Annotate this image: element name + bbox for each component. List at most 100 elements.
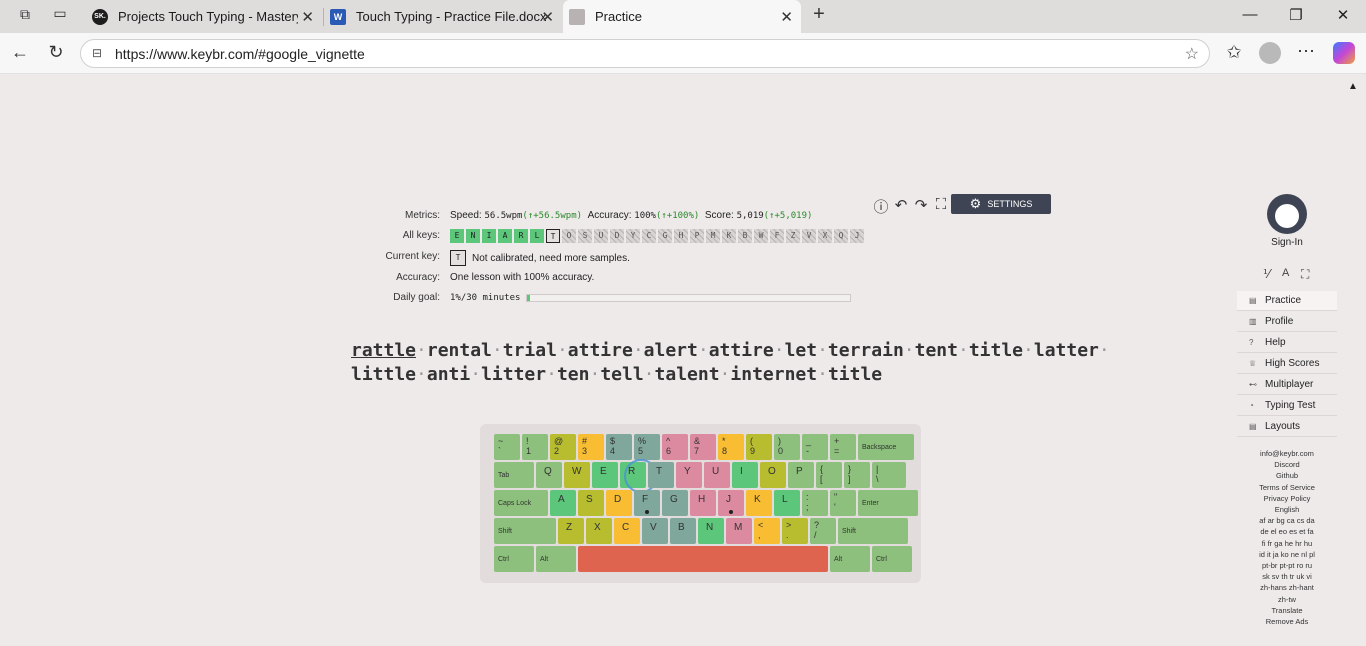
key-1-13: | \ bbox=[872, 462, 906, 488]
key-label: Y bbox=[684, 466, 691, 477]
key-0-13: Backspace bbox=[858, 434, 914, 460]
key-char: 0 bbox=[778, 446, 784, 456]
key-0-4: $4 bbox=[606, 434, 632, 460]
space-dot: · bbox=[697, 340, 709, 361]
minimize-icon[interactable]: — bbox=[1240, 6, 1260, 23]
key-3-9: >. bbox=[782, 518, 808, 544]
maximize-icon[interactable]: ❐ bbox=[1286, 6, 1306, 24]
key-badge-j: J bbox=[850, 229, 864, 243]
speed-toggle-icon[interactable]: ⅟ bbox=[1263, 267, 1270, 281]
sidebar-item-label: Help bbox=[1265, 337, 1286, 348]
close-icon[interactable]: ✕ bbox=[780, 8, 793, 26]
footer-link[interactable]: sk sv th tr uk vi bbox=[1237, 571, 1337, 582]
footer-link[interactable]: Discord bbox=[1237, 459, 1337, 470]
close-icon[interactable]: ✕ bbox=[301, 8, 314, 26]
sidebar-item-label: Practice bbox=[1265, 295, 1302, 306]
footer-link[interactable]: info@keybr.com bbox=[1237, 448, 1337, 459]
back-icon[interactable]: ← bbox=[9, 42, 31, 63]
key-label: Caps Lock bbox=[498, 500, 532, 507]
footer-link[interactable]: Remove Ads bbox=[1237, 616, 1337, 627]
all-keys-list: ENIARLTOSUDYCGHPMKBWFZVXQJ bbox=[450, 229, 866, 243]
tab-projects[interactable]: SK. Projects Touch Typing - Mastery C ✕ bbox=[82, 0, 322, 33]
sidebar-item-profile[interactable]: ▥ Profile bbox=[1237, 312, 1337, 332]
tab-practice[interactable]: Practice ✕ bbox=[563, 0, 801, 33]
footer-link[interactable]: Privacy Policy bbox=[1237, 493, 1337, 504]
key-label: D bbox=[614, 494, 622, 505]
copilot-icon[interactable] bbox=[1333, 42, 1355, 64]
tab-title: Touch Typing - Practice File.docx bbox=[356, 9, 546, 24]
score-value: 5,019 bbox=[736, 211, 764, 221]
key-h: H bbox=[690, 490, 716, 516]
key-x: X bbox=[586, 518, 612, 544]
sidebar-item-layouts[interactable]: ▤ Layouts bbox=[1237, 417, 1337, 437]
help-icon[interactable]: ⓘ bbox=[872, 196, 890, 217]
new-tab-button[interactable]: + bbox=[808, 3, 830, 26]
footer-link[interactable]: pt-br pt-pt ro ru bbox=[1237, 560, 1337, 571]
sidebar-item-practice[interactable]: ▤ Practice bbox=[1237, 291, 1337, 311]
key-shift-char: @ bbox=[554, 436, 564, 446]
key-label: Alt bbox=[834, 556, 843, 563]
daily-goal-bar bbox=[526, 294, 851, 302]
key-badge-f: F bbox=[770, 229, 784, 243]
undo-icon[interactable]: ↶ bbox=[892, 196, 910, 214]
footer-link[interactable]: fi fr ga he hr hu bbox=[1237, 538, 1337, 549]
lesson-text[interactable]: rattle·rental·trial·attire·alert·attire·… bbox=[351, 339, 1110, 387]
window-close-icon[interactable]: ✕ bbox=[1333, 6, 1353, 24]
sidebar-item-high-scores[interactable]: ♕ High Scores bbox=[1237, 354, 1337, 374]
more-menu-icon[interactable]: ⋯ bbox=[1295, 41, 1317, 62]
profile-avatar-icon[interactable] bbox=[1259, 42, 1281, 64]
settings-button[interactable]: ⚙ SETTINGS bbox=[951, 194, 1051, 214]
tab-word-doc[interactable]: W Touch Typing - Practice File.docx ✕ bbox=[324, 0, 562, 33]
url-bar[interactable]: ⊟ https://www.keybr.com/#google_vignette… bbox=[80, 39, 1210, 68]
footer-link[interactable]: de el eo es et fa bbox=[1237, 526, 1337, 537]
key-label: Tab bbox=[498, 472, 510, 479]
tab-title: Projects Touch Typing - Mastery C bbox=[118, 9, 298, 24]
sidebar-item-multiplayer[interactable]: ⊷ Multiplayer bbox=[1237, 375, 1337, 395]
lesson-line-2: little·anti·litter·ten·tell·talent·inter… bbox=[351, 363, 1071, 387]
key-char: = bbox=[834, 446, 840, 456]
footer-link[interactable]: English bbox=[1237, 504, 1337, 515]
url-text[interactable]: https://www.keybr.com/#google_vignette bbox=[115, 46, 365, 62]
font-size-icon[interactable]: A bbox=[1282, 267, 1289, 279]
key-label: Z bbox=[566, 522, 573, 533]
footer-link[interactable]: id it ja ko ne nl pl bbox=[1237, 549, 1337, 560]
key-0-0: ~ ` bbox=[494, 434, 520, 460]
key-f: F bbox=[634, 490, 660, 516]
key-label: J bbox=[726, 494, 731, 505]
footer-link[interactable]: af ar bg ca cs da bbox=[1237, 515, 1337, 526]
fullscreen-icon[interactable]: ⛶ bbox=[932, 196, 950, 213]
sidebar-item-typing-test[interactable]: ◔ Typing Test bbox=[1237, 396, 1337, 416]
key-0-10: ) 0 bbox=[774, 434, 800, 460]
sidebar-item-help[interactable]: ? Help bbox=[1237, 333, 1337, 353]
space-dot: · bbox=[589, 364, 601, 385]
favorite-star-icon[interactable]: ☆ bbox=[1185, 44, 1199, 64]
scroll-up-icon[interactable]: ▲ bbox=[1348, 81, 1358, 92]
close-icon[interactable]: ✕ bbox=[541, 8, 554, 26]
avatar[interactable] bbox=[1267, 194, 1307, 234]
redo-icon[interactable]: ↷ bbox=[912, 196, 930, 214]
key-0-2: @2 bbox=[550, 434, 576, 460]
site-info-icon[interactable]: ⊟ bbox=[92, 46, 102, 60]
key-space bbox=[578, 546, 828, 572]
sign-in-link[interactable]: Sign-In bbox=[1237, 237, 1337, 248]
key-label: N bbox=[706, 522, 714, 533]
footer-link[interactable]: Translate bbox=[1237, 605, 1337, 616]
footer-link[interactable]: zh-hans zh-hant bbox=[1237, 582, 1337, 593]
expand-icon[interactable]: ⛶ bbox=[1301, 267, 1309, 282]
key-badge-m: M bbox=[706, 229, 720, 243]
footer-link[interactable]: zh-tw bbox=[1237, 594, 1337, 605]
key-char: 4 bbox=[610, 446, 616, 456]
space-dot: · bbox=[491, 340, 503, 361]
lesson-word: little bbox=[351, 364, 417, 385]
refresh-icon[interactable]: ↻ bbox=[45, 42, 67, 63]
favorites-icon[interactable]: ✩ bbox=[1223, 42, 1245, 63]
space-dot: · bbox=[719, 364, 731, 385]
lesson-word: title bbox=[827, 364, 883, 385]
vertical-tabs-icon[interactable]: ▭ bbox=[49, 5, 71, 22]
key-char: 7 bbox=[694, 446, 700, 456]
workspaces-icon[interactable]: ⧉ bbox=[14, 6, 36, 23]
lesson-word: tent bbox=[914, 340, 958, 361]
footer-link[interactable]: Github bbox=[1237, 470, 1337, 481]
footer-link[interactable]: Terms of Service bbox=[1237, 482, 1337, 493]
key-u: U bbox=[704, 462, 730, 488]
